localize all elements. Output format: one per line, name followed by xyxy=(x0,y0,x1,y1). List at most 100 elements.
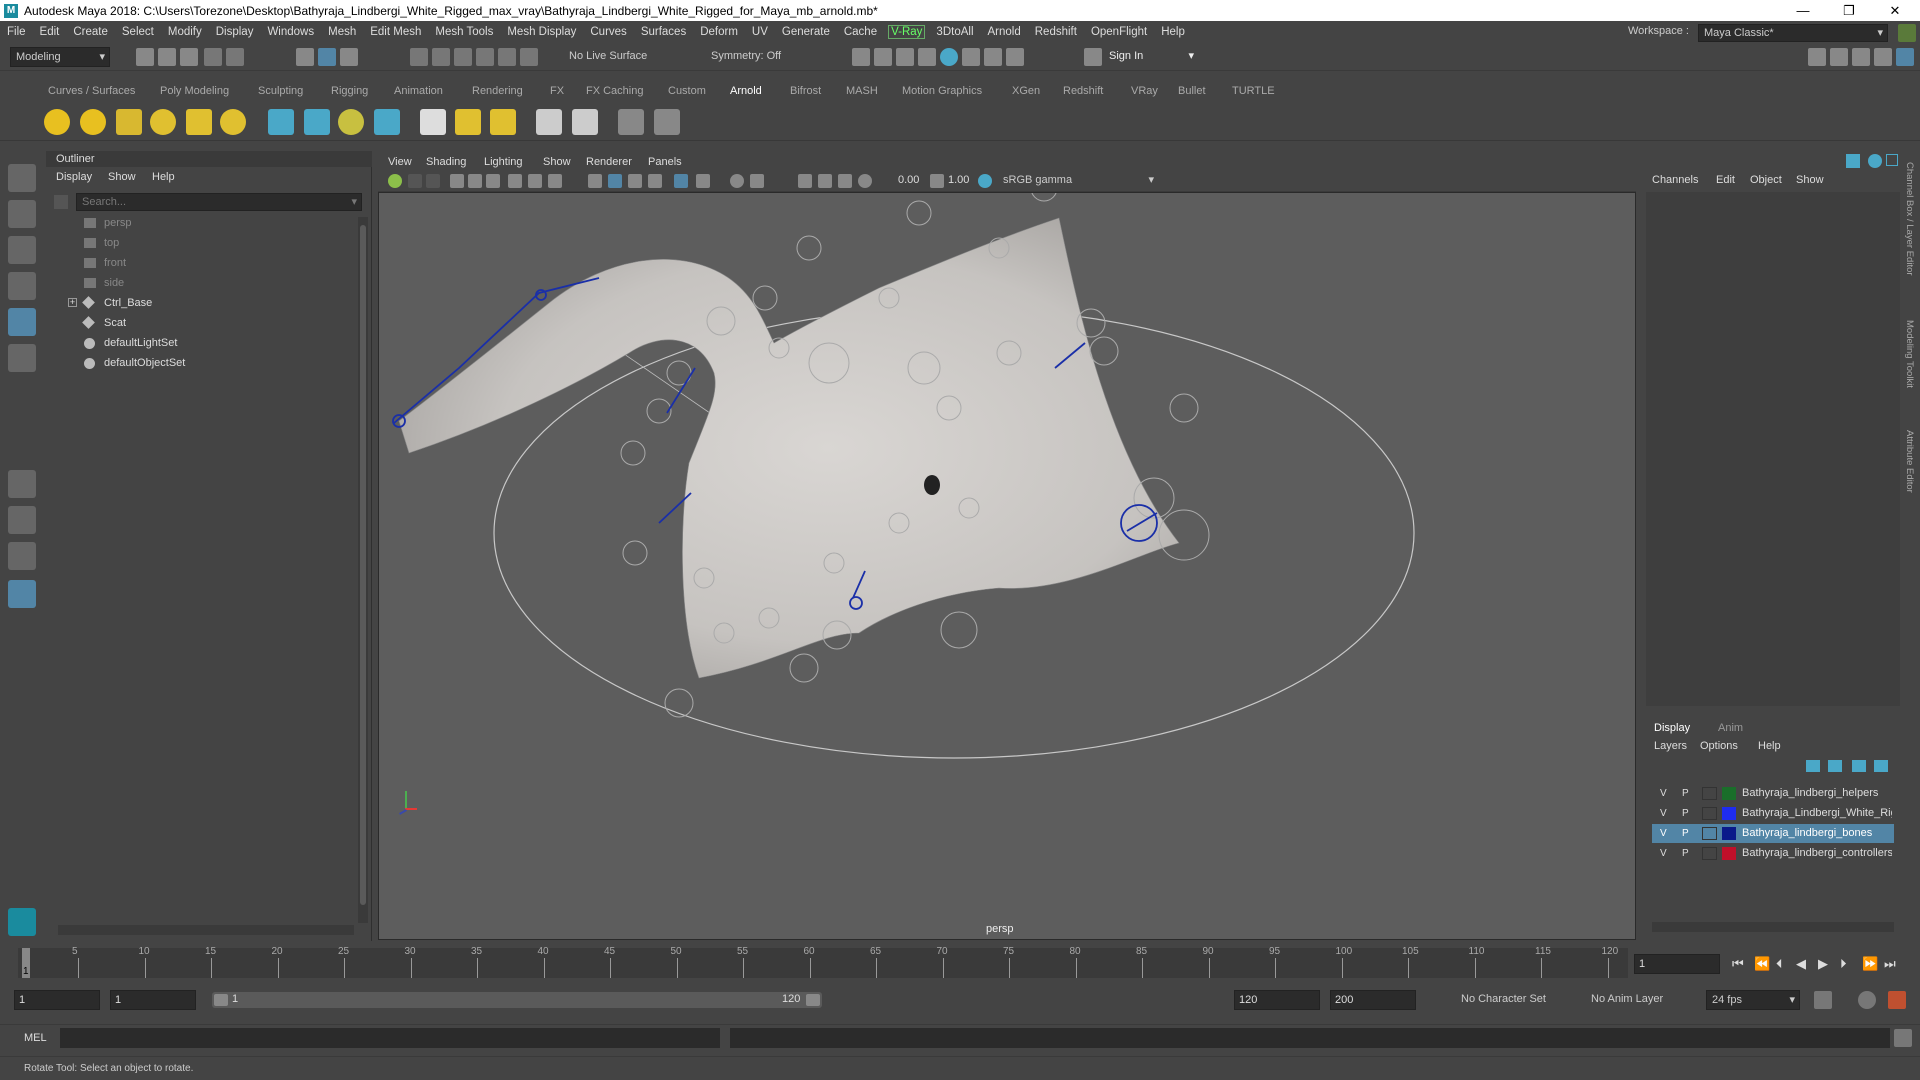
grease-pencil-icon[interactable] xyxy=(486,174,500,188)
menu-help[interactable]: Help xyxy=(1154,26,1192,38)
scroll-thumb[interactable] xyxy=(360,225,366,905)
outliner-layout-icon[interactable] xyxy=(8,580,36,608)
script-editor-icon[interactable] xyxy=(1894,1029,1912,1047)
layer-row-controllers[interactable]: V P Bathyraja_lindbergi_controllers xyxy=(1652,844,1894,863)
playback-start-field[interactable]: 1 xyxy=(110,990,196,1010)
outliner-item-front[interactable]: front xyxy=(46,253,356,273)
controller-circle[interactable] xyxy=(906,200,932,226)
live-surface-dropdown[interactable]: No Live Surface xyxy=(564,47,674,67)
character-set-dropdown[interactable]: No Character Set xyxy=(1436,990,1584,1010)
flush-cache-icon[interactable] xyxy=(536,109,562,135)
minimize-button[interactable]: — xyxy=(1780,0,1826,21)
goto-end-icon[interactable]: ⏭ xyxy=(1884,956,1896,972)
select-objects-icon[interactable] xyxy=(318,48,336,66)
playback-toggle[interactable]: P xyxy=(1682,784,1689,803)
menu-mesh[interactable]: Mesh xyxy=(321,26,363,38)
expand-panel-icon[interactable] xyxy=(1886,154,1898,166)
save-scene-icon[interactable] xyxy=(180,48,198,66)
menu-arnold[interactable]: Arnold xyxy=(981,26,1028,38)
visibility-toggle[interactable]: V xyxy=(1660,804,1667,823)
snap-surface-icon[interactable] xyxy=(498,48,516,66)
modeling-toolkit-icon[interactable] xyxy=(1808,48,1826,66)
controller-circle[interactable] xyxy=(1089,336,1119,366)
shelf-tab-fx-caching[interactable]: FX Caching xyxy=(586,85,643,97)
backface-culling-icon[interactable] xyxy=(798,174,812,188)
anim-layer-dropdown[interactable]: No Anim Layer xyxy=(1586,990,1692,1010)
render-frame-icon[interactable] xyxy=(852,48,870,66)
render-view-icon[interactable] xyxy=(962,48,980,66)
menu-file[interactable]: File xyxy=(0,26,33,38)
shelf-tab-animation[interactable]: Animation xyxy=(394,85,443,97)
light-manager-icon[interactable] xyxy=(455,109,481,135)
arnold-render-icon[interactable] xyxy=(984,48,1002,66)
shelf-tab-sculpting[interactable]: Sculpting xyxy=(258,85,303,97)
anim-preferences-icon[interactable] xyxy=(1888,991,1906,1009)
menu-surfaces[interactable]: Surfaces xyxy=(634,26,693,38)
depth-of-field-icon[interactable] xyxy=(838,174,852,188)
menu-vray[interactable]: V-Ray xyxy=(888,25,926,39)
lasso-tool-icon[interactable] xyxy=(8,200,36,228)
play-backward-icon[interactable]: ◀ xyxy=(1796,956,1806,972)
menu-openflight[interactable]: OpenFlight xyxy=(1084,26,1154,38)
step-forward-frame-icon[interactable]: ⏵ xyxy=(1840,956,1847,972)
menu-3dtoall[interactable]: 3DtoAll xyxy=(929,26,980,38)
channel-menu-object[interactable]: Object xyxy=(1750,174,1782,186)
image-plane-icon[interactable] xyxy=(450,174,464,188)
range-end-handle[interactable] xyxy=(806,994,820,1006)
mesh-light-icon[interactable] xyxy=(186,109,212,135)
command-input[interactable] xyxy=(60,1028,720,1048)
isolate-select-icon[interactable] xyxy=(730,174,744,188)
menu-edit-mesh[interactable]: Edit Mesh xyxy=(363,26,428,38)
light-editor-icon[interactable] xyxy=(490,109,516,135)
render-view-arnold-icon[interactable] xyxy=(618,109,644,135)
camera-attributes-icon[interactable] xyxy=(408,174,422,188)
outliner-menu-display[interactable]: Display xyxy=(56,171,92,183)
resolution-gate-icon[interactable] xyxy=(548,174,562,188)
channel-box-pin-icon[interactable] xyxy=(1846,154,1860,168)
film-gate-icon[interactable] xyxy=(528,174,542,188)
channel-menu-edit[interactable]: Edit xyxy=(1716,174,1735,186)
screen-space-ao-icon[interactable] xyxy=(696,174,710,188)
outliner-item-scat[interactable]: Scat xyxy=(46,313,356,333)
layer-color-swatch[interactable] xyxy=(1722,807,1736,820)
channel-box-icon[interactable] xyxy=(1896,48,1914,66)
color-space-dropdown[interactable]: sRGB gamma ▾ xyxy=(998,171,1158,191)
play-forward-icon[interactable]: ▶ xyxy=(1818,956,1828,972)
shelf-tab-bullet[interactable]: Bullet xyxy=(1178,85,1206,97)
loop-icon[interactable] xyxy=(1814,991,1832,1009)
outliner-item-default-object-set[interactable]: defaultObjectSet xyxy=(46,353,356,373)
layer-row-white-rigged[interactable]: VP Bathyraja_Lindbergi_White_Rigged xyxy=(1652,804,1894,823)
rotate-tool-icon[interactable] xyxy=(8,308,36,336)
snap-curve-icon[interactable] xyxy=(432,48,450,66)
tab-modeling-toolkit[interactable]: Modeling Toolkit xyxy=(1904,320,1915,388)
symmetry-dropdown[interactable]: Symmetry: Off xyxy=(706,47,802,67)
menu-generate[interactable]: Generate xyxy=(775,26,837,38)
visibility-toggle[interactable]: V xyxy=(1660,844,1667,863)
controller-circle[interactable] xyxy=(620,440,646,466)
shelf-tab-mash[interactable]: MASH xyxy=(846,85,878,97)
shelf-tab-curves-surfaces[interactable]: Curves / Surfaces xyxy=(48,85,135,97)
controller-circle[interactable] xyxy=(1169,393,1199,423)
select-tool-icon[interactable] xyxy=(8,164,36,192)
visibility-toggle[interactable]: V xyxy=(1660,784,1667,803)
channel-menu-channels[interactable]: Channels xyxy=(1652,174,1698,186)
fin-bone[interactable] xyxy=(666,367,696,414)
layer-row-helpers[interactable]: V P Bathyraja_lindbergi_helpers xyxy=(1652,784,1894,803)
playback-toggle[interactable]: P xyxy=(1682,824,1689,843)
shelf-tab-poly-modeling[interactable]: Poly Modeling xyxy=(160,85,229,97)
outliner-item-persp[interactable]: persp xyxy=(46,213,356,233)
smooth-shade-icon[interactable] xyxy=(608,174,622,188)
start-time-field[interactable]: 1 xyxy=(14,990,100,1010)
controller-circle[interactable] xyxy=(796,235,822,261)
ipr-render-icon[interactable] xyxy=(896,48,914,66)
shelf-tab-vray[interactable]: VRay xyxy=(1131,85,1158,97)
time-slider[interactable]: 5 10 15 20 25 30 35 40 45 50 55 60 65 70 75 80 85 90 95 100… xyxy=(0,944,1920,984)
pause-icon[interactable] xyxy=(1006,48,1024,66)
playback-toggle[interactable]: P xyxy=(1682,844,1689,863)
menu-deform[interactable]: Deform xyxy=(693,26,745,38)
menu-windows[interactable]: Windows xyxy=(260,26,321,38)
gamma-icon[interactable] xyxy=(930,174,944,188)
shelf-tab-rendering[interactable]: Rendering xyxy=(472,85,523,97)
layer-tab-display[interactable]: Display xyxy=(1654,722,1690,734)
snap-grid-icon[interactable] xyxy=(410,48,428,66)
